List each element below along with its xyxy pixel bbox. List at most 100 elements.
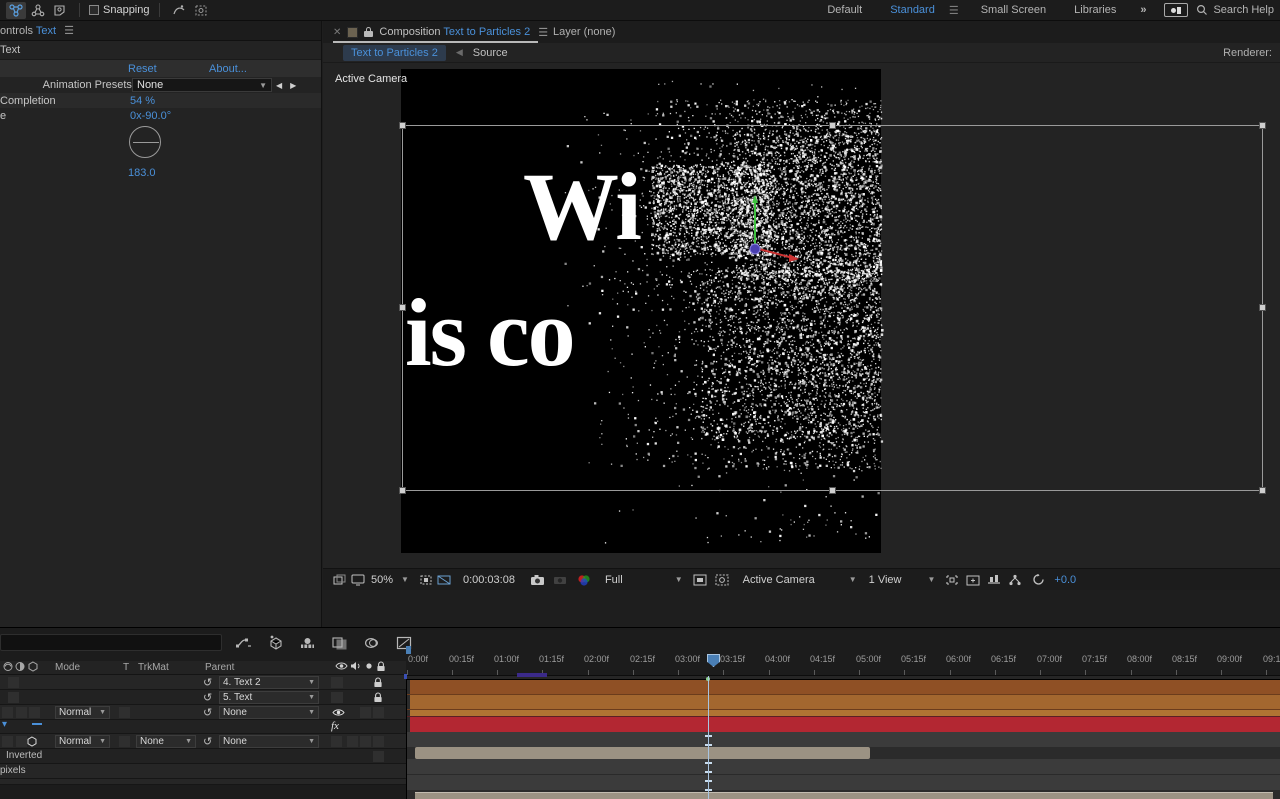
layer-bar[interactable] [410,680,1280,694]
timeline-search-input[interactable] [0,634,222,651]
track-matte-toggle[interactable] [119,707,130,718]
property-value-completion[interactable]: 54 % [130,95,155,107]
playhead-handle[interactable] [707,654,720,667]
workspace-small-screen[interactable]: Small Screen [967,0,1060,21]
handle-top-center[interactable] [829,122,836,129]
transparency-grid-icon[interactable] [435,572,453,588]
parent-pickwhip-icon[interactable]: ↺ [203,735,212,748]
breadcrumb-comp[interactable]: Text to Particles 2 [343,45,446,61]
parent-dropdown[interactable]: 4. Text 2 ▼ [219,676,319,689]
layer-bar-row-6[interactable] [407,747,1280,759]
parent-pickwhip-icon[interactable]: ↺ [203,691,212,704]
current-timecode[interactable]: 0:00:03:08 [453,574,519,586]
workspace-overflow-icon[interactable]: » [1130,4,1156,16]
workspace-libraries[interactable]: Libraries [1060,0,1130,21]
workspace-standard[interactable]: Standard [876,0,949,21]
three-d-layer-icon[interactable] [27,661,39,675]
solo-icon[interactable] [364,661,374,674]
toggle-mask-paths-icon[interactable] [713,572,731,588]
resolution-value[interactable]: Full [593,574,627,586]
handle-top-right[interactable] [1259,122,1266,129]
property-value-angle[interactable]: 0x-90.0° [130,110,171,122]
effect-controls-menu-icon[interactable]: ☰ [64,24,74,37]
parent-dropdown[interactable]: None ▼ [219,735,319,748]
layer-bar-row-5[interactable] [407,732,1280,747]
three-d-layer-icon[interactable] [26,736,38,750]
snapping-checkbox[interactable] [89,5,99,15]
motion-blur-icon[interactable] [299,634,316,651]
view-count-chevron-icon[interactable]: ▼ [906,575,944,584]
always-preview-icon[interactable] [331,572,349,588]
parent-pickwhip-icon[interactable]: ↺ [203,676,212,689]
view-count-value[interactable]: 1 View [865,574,906,586]
channel-rgb-icon[interactable] [575,572,593,588]
shy-icon[interactable] [2,661,14,675]
zoom-value[interactable]: 50% [367,574,397,586]
camera-view-chevron-icon[interactable]: ▼ [819,575,865,584]
main-viewer-icon[interactable] [349,572,367,588]
column-header-t[interactable]: T [123,662,129,673]
effect-controls-tab[interactable]: ontrols Text [0,25,56,37]
layer-bar[interactable] [410,695,1280,709]
unified-camera-icon[interactable] [6,2,26,19]
table-row[interactable]: pixels [0,764,410,779]
lock-icon[interactable] [364,27,373,38]
resolution-chevron-icon[interactable]: ▼ [627,575,691,584]
layer-bar-row-8[interactable] [407,775,1280,790]
parent-dropdown[interactable]: None ▼ [219,706,319,719]
eye-cell[interactable] [331,692,343,703]
lock-cell[interactable] [373,707,384,718]
source-label[interactable]: Source [473,47,508,59]
composition-menu-icon[interactable]: ☰ [538,26,548,39]
table-row-partial[interactable] [0,779,410,785]
renderer-label[interactable]: Renderer: [1223,47,1272,59]
trkmat-dropdown[interactable]: None ▼ [136,735,196,748]
table-row[interactable]: Inverted [0,749,410,764]
workspace-menu-icon[interactable]: ☰ [949,4,967,17]
handle-mid-left[interactable] [399,304,406,311]
column-header-mode[interactable]: Mode [55,662,80,673]
layer-bar-row-1[interactable] [407,680,1280,694]
reset-button[interactable]: Reset [128,63,157,75]
layer-bar[interactable] [415,747,870,759]
preset-prev-icon[interactable]: ◀ [276,81,282,90]
lock-cell[interactable] [373,751,384,762]
about-button[interactable]: About... [209,63,247,75]
timeline-panel-icon[interactable] [985,572,1003,588]
orbit-camera-icon[interactable] [28,2,48,19]
composition-canvas[interactable]: Active Camera Wi is co 50% ▼ 0:00:03:08 … [323,63,1280,590]
exposure-value[interactable]: +0.0 [1048,574,1076,586]
video-eye-icon[interactable] [332,708,345,720]
lock-icon[interactable] [373,692,383,706]
column-header-trkmat[interactable]: TrkMat [138,662,169,673]
audio-speaker-icon[interactable] [350,661,363,674]
snapping-toggle[interactable]: Snapping [89,4,150,16]
mode-dropdown[interactable]: Normal ▼ [55,735,110,748]
collapse-transformations-icon[interactable] [14,661,26,675]
snapshot-camera-icon[interactable] [529,572,547,588]
eye-cell[interactable] [331,736,342,747]
mode-dropdown[interactable]: Normal ▼ [55,706,110,719]
column-header-parent[interactable]: Parent [205,662,234,673]
layer-bar[interactable] [410,717,1280,732]
lock-icon[interactable] [373,677,383,691]
audio-cell[interactable] [347,736,358,747]
handle-mid-right[interactable] [1259,304,1266,311]
composition-tab-title[interactable]: Composition Text to Particles 2 [379,26,530,38]
frame-blend-icon[interactable] [331,634,348,651]
keyframe-cluster[interactable] [517,673,547,677]
layer-bar-row-9[interactable] [407,792,1280,799]
search-help[interactable]: Search Help [1196,4,1274,16]
table-row[interactable]: ↺ 5. Text ▼ [0,690,410,705]
animation-presets-dropdown[interactable]: None ▼ [132,78,272,92]
expand-arrow-icon[interactable]: ▾ [2,719,7,730]
handle-bottom-left[interactable] [399,487,406,494]
parent-pickwhip-icon[interactable]: ↺ [203,706,212,719]
pan-behind-icon[interactable] [50,2,70,19]
sync-settings-icon[interactable] [1164,3,1188,17]
preset-next-icon[interactable]: ▶ [290,81,296,90]
region-preview-icon[interactable] [691,572,709,588]
eye-cell[interactable] [331,677,343,688]
dial-value[interactable]: 183.0 [128,167,156,179]
layer-tab-label[interactable]: Layer (none) [553,26,615,38]
